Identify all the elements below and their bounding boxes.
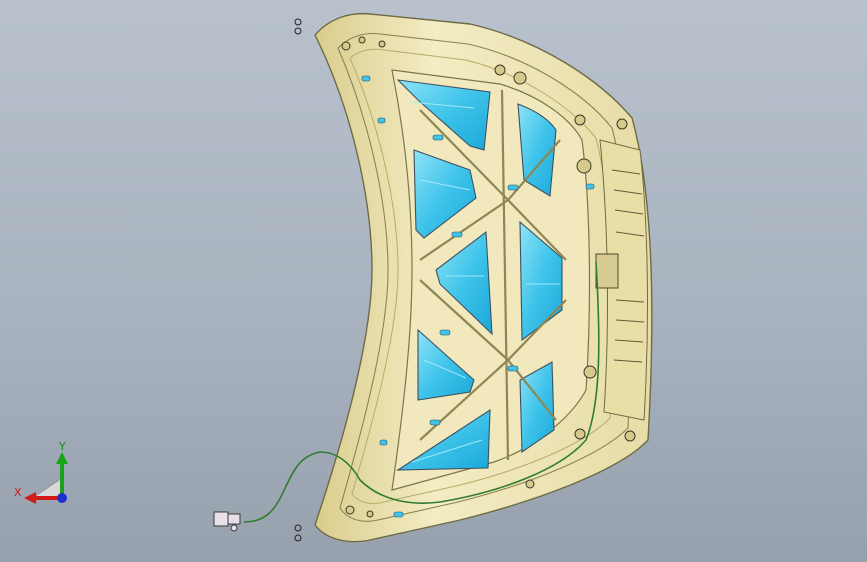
hood-latch[interactable] [595, 253, 619, 289]
x-axis-label: X [14, 486, 22, 499]
z-axis [57, 493, 67, 503]
cable-handle[interactable] [213, 511, 241, 532]
cad-viewport[interactable]: Y X [0, 0, 867, 562]
x-arrow [24, 492, 36, 504]
y-arrow [56, 452, 68, 464]
coordinate-triad: Y X [14, 440, 68, 504]
triad-base-cone [32, 477, 63, 499]
y-axis-label: Y [58, 440, 66, 453]
hood-model[interactable]: Y X [0, 0, 867, 562]
